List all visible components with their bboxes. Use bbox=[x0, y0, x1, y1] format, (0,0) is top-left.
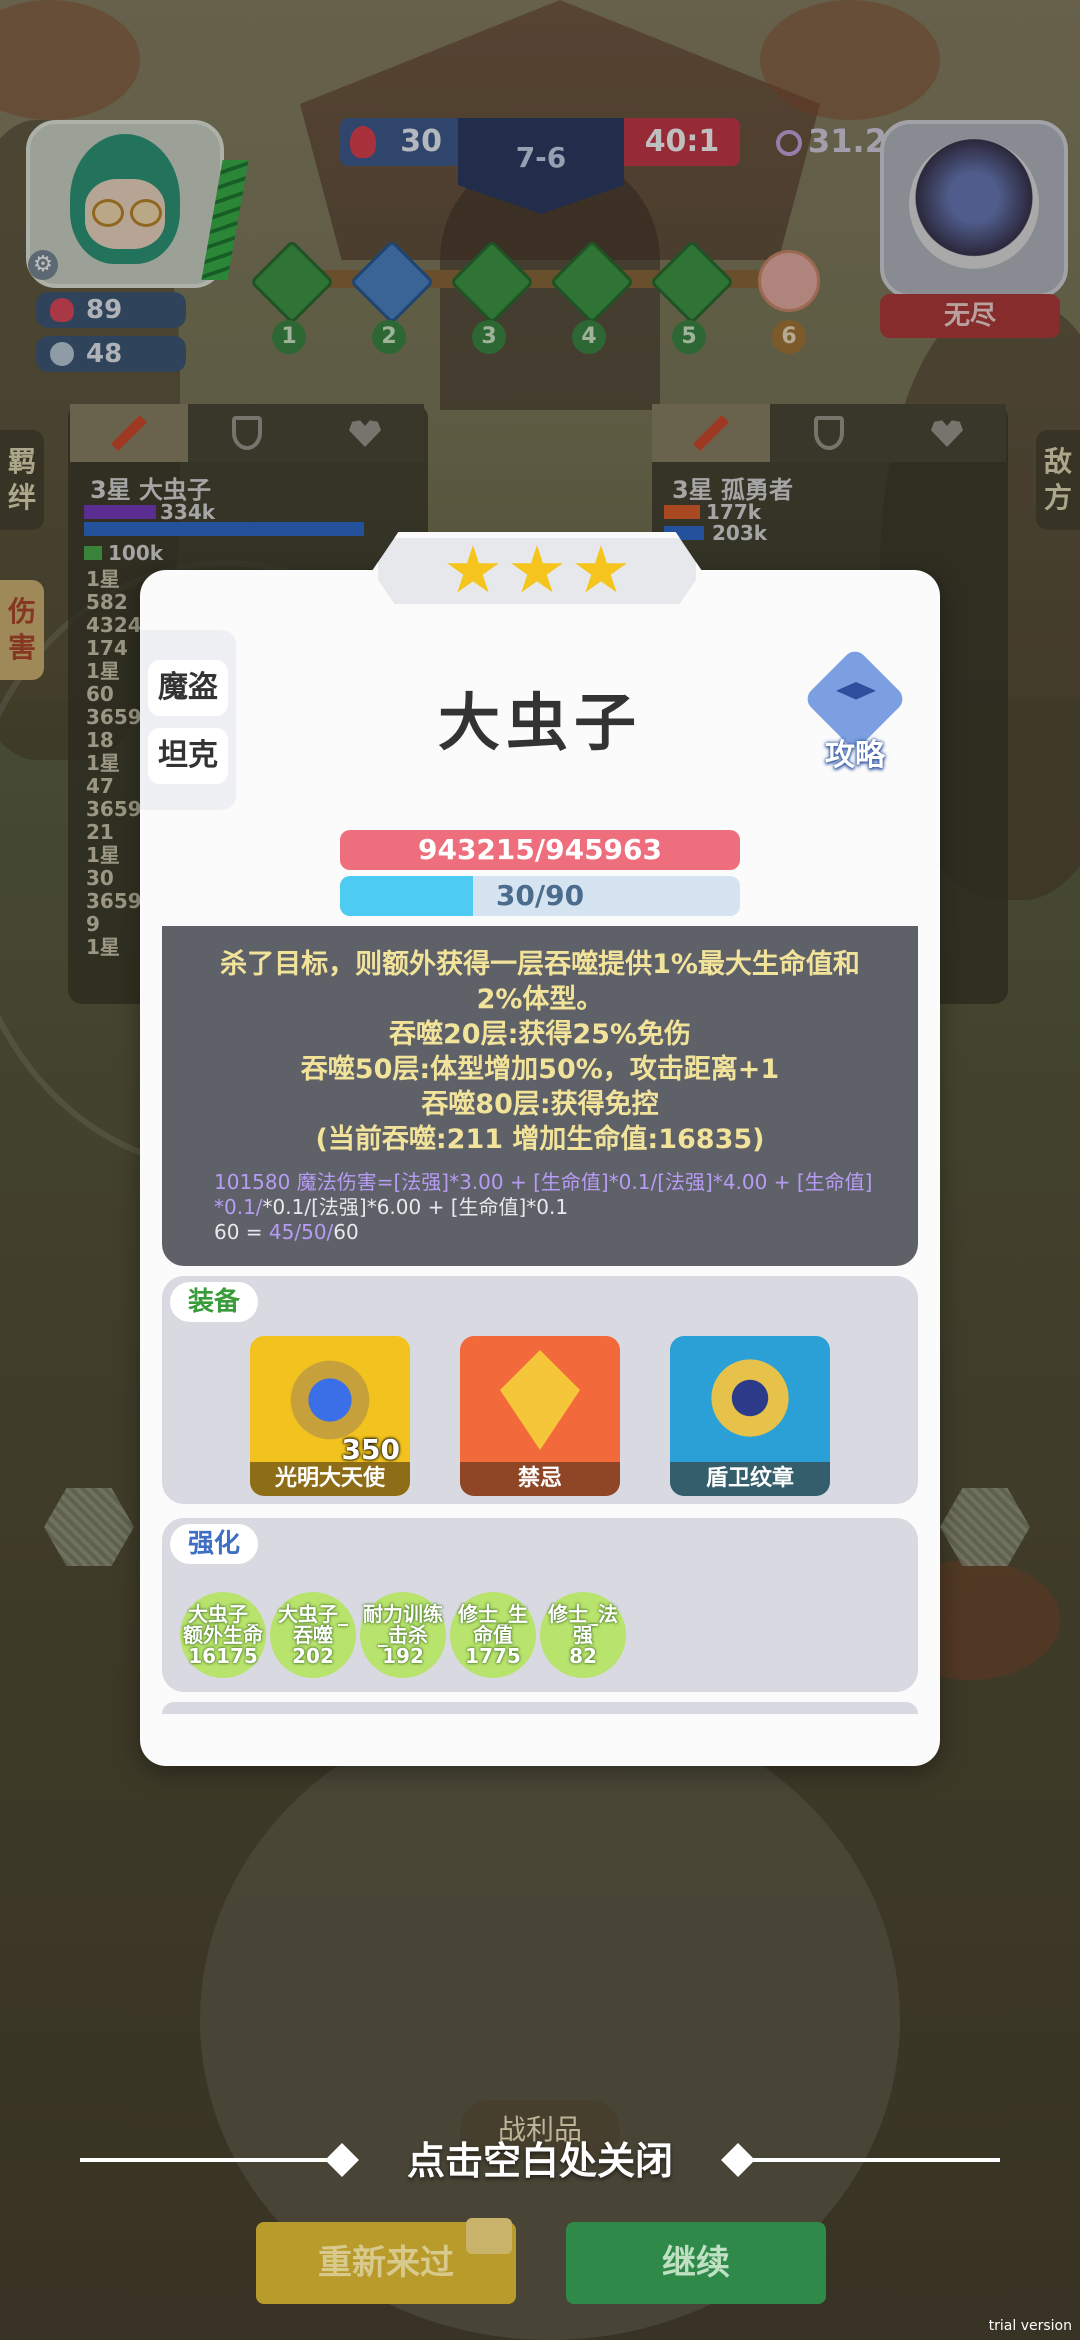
star-icon bbox=[575, 545, 627, 593]
buff-chip[interactable]: 修士_法强 82 bbox=[540, 1592, 626, 1678]
hero-name: 大虫子 bbox=[437, 686, 642, 759]
skill-line: 吞噬80层:获得免控 bbox=[421, 1089, 659, 1120]
next-section-peek bbox=[162, 1702, 918, 1714]
equip-name: 光明大天使 bbox=[250, 1462, 410, 1496]
video-ad-icon bbox=[466, 2218, 512, 2254]
forbidden-crystal-icon bbox=[500, 1350, 580, 1450]
guardian-emblem-icon bbox=[708, 1350, 792, 1446]
retry-button[interactable]: 重新来过 bbox=[256, 2218, 516, 2304]
enhance-title: 强化 bbox=[170, 1524, 259, 1564]
skill-line-cut: ​ bbox=[182, 926, 898, 947]
star-icon bbox=[447, 545, 499, 593]
enhance-section: 强化 大虫子_ 额外生命 16175 大虫子_ 吞噬 202 耐力训练 _击杀 192 修士… bbox=[162, 1518, 918, 1692]
class-chip[interactable]: 坦克 bbox=[148, 728, 228, 784]
skill-description: ​ 杀了目标，则额外获得一层吞噬提供1%最大生命值和 2%体型。 吞噬20层:获… bbox=[162, 926, 918, 1266]
star-icon bbox=[511, 545, 563, 593]
guide-button[interactable]: 攻略 bbox=[800, 646, 910, 773]
hero-hp-bar: 943215/945963 bbox=[340, 830, 740, 870]
skill-line: 杀了目标，则额外获得一层吞噬提供1%最大生命值和 bbox=[220, 949, 860, 980]
buff-chip[interactable]: 修士_生 命值 1775 bbox=[450, 1592, 536, 1678]
continue-button[interactable]: 继续 bbox=[566, 2222, 826, 2304]
damage-formula: 101580 魔法伤害=[法强]*3.00 + [生命值]*0.1/[法强]*4… bbox=[214, 1170, 873, 1244]
equip-name: 禁忌 bbox=[460, 1462, 620, 1496]
guide-label: 攻略 bbox=[825, 738, 885, 773]
star-rank-banner bbox=[372, 532, 702, 610]
buff-chip[interactable]: 大虫子_ 额外生命 16175 bbox=[180, 1592, 266, 1678]
hero-mana-bar: 30/90 bbox=[340, 876, 740, 916]
buff-chip[interactable]: 大虫子_ 吞噬 202 bbox=[270, 1592, 356, 1678]
class-chip[interactable]: 魔盗 bbox=[148, 660, 228, 716]
class-list: 魔盗 坦克 bbox=[140, 630, 236, 810]
equip-slot-1[interactable]: 350 光明大天使 bbox=[250, 1336, 410, 1496]
equipment-title: 装备 bbox=[170, 1282, 259, 1322]
buff-chip[interactable]: 耐力训练 _击杀 192 bbox=[360, 1592, 446, 1678]
skill-line: (当前吞噬:211 增加生命值:16835) bbox=[315, 1124, 765, 1155]
equipment-section: 装备 350 光明大天使 禁忌 盾卫纹章 bbox=[162, 1276, 918, 1504]
skill-line: 2%体型。 bbox=[476, 984, 604, 1015]
equip-slot-2[interactable]: 禁忌 bbox=[460, 1336, 620, 1496]
mana-text: 30/90 bbox=[495, 879, 585, 912]
skill-line: 吞噬50层:体型增加50%，攻击距离+1 bbox=[300, 1054, 780, 1085]
equip-name: 盾卫纹章 bbox=[670, 1462, 830, 1496]
watermark: trial version bbox=[988, 2318, 1072, 2334]
skill-line: 吞噬20层:获得25%免伤 bbox=[389, 1019, 691, 1050]
close-hint[interactable]: 点击空白处关闭 bbox=[0, 2130, 1080, 2185]
equip-slot-3[interactable]: 盾卫纹章 bbox=[670, 1336, 830, 1496]
